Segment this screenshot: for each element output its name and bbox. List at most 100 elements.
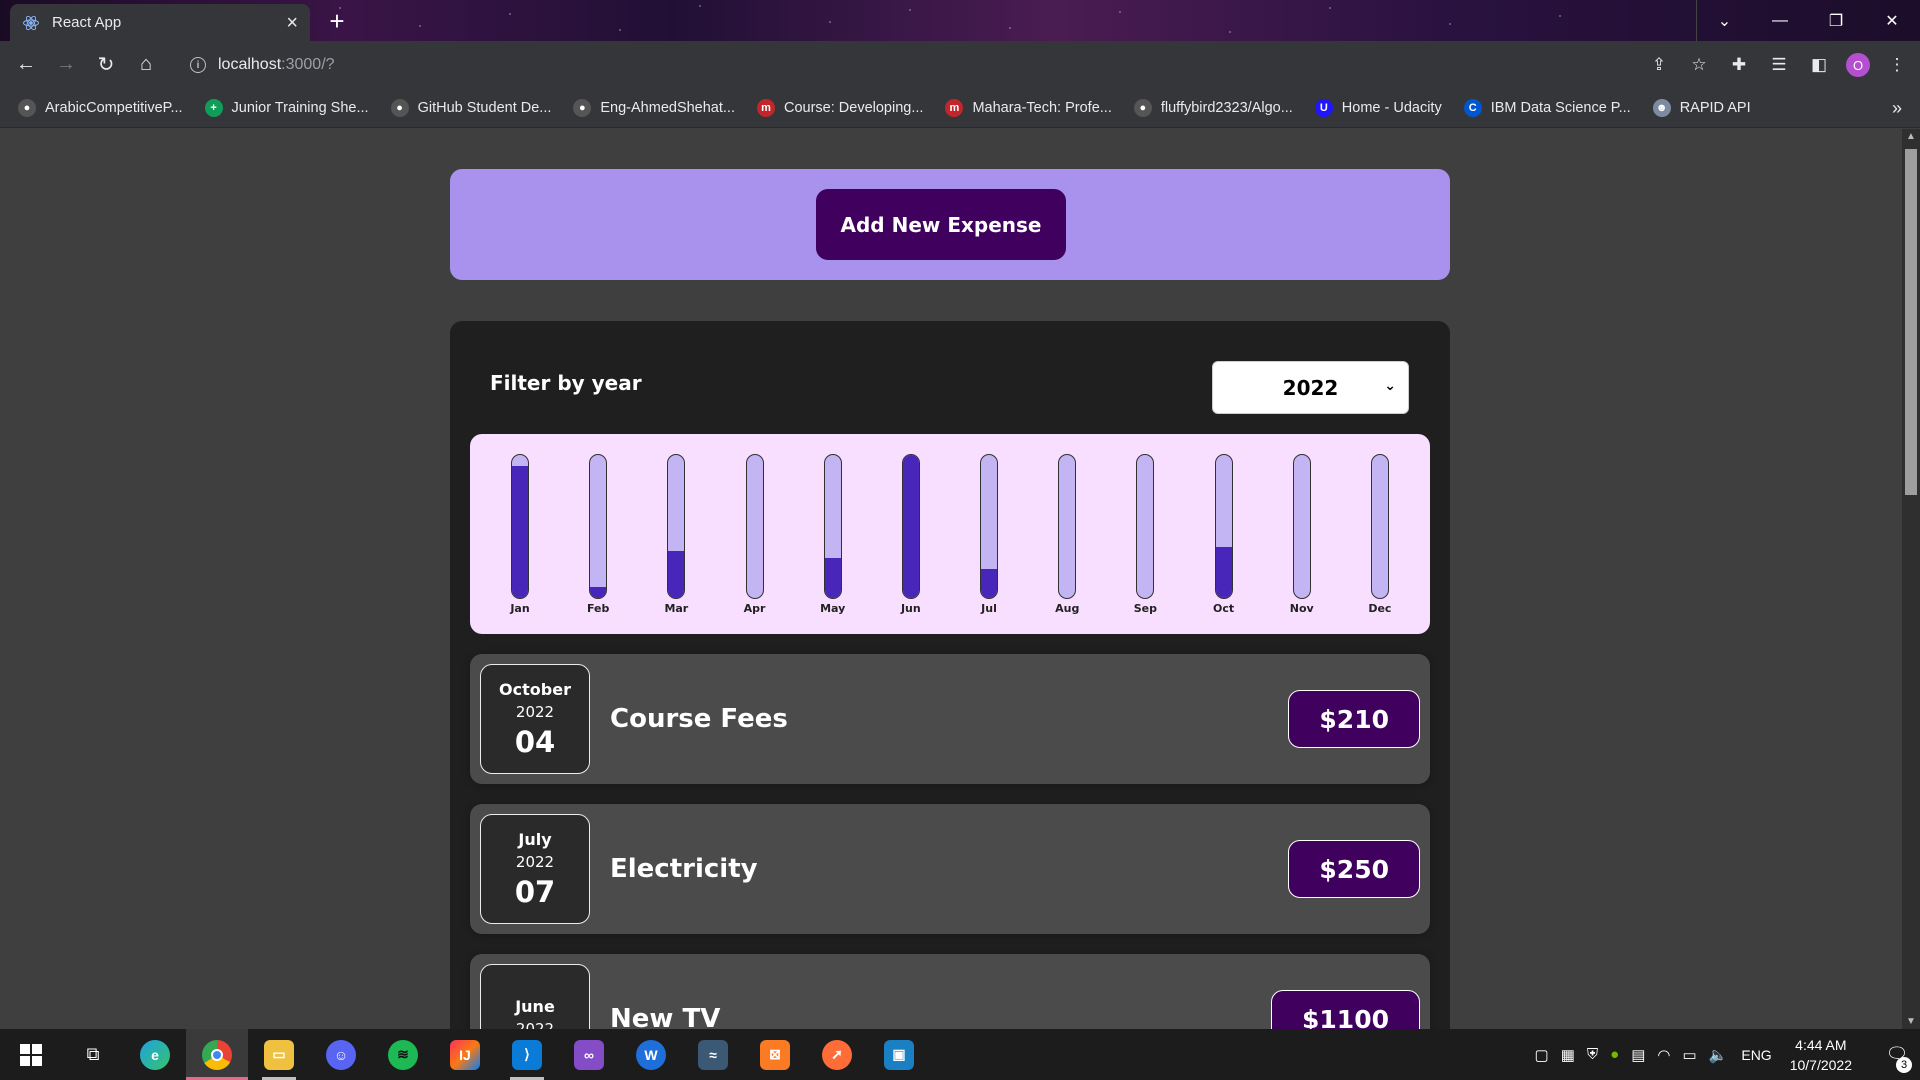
site-info-icon[interactable]: i — [190, 57, 206, 73]
bookmark-label: fluffybird2323/Algo... — [1160, 99, 1293, 116]
rapidapi-icon: ☻ — [1652, 98, 1671, 117]
forward-icon[interactable]: → — [46, 45, 86, 85]
minimize-button[interactable]: — — [1752, 0, 1808, 41]
chart-bar-label: Dec — [1368, 602, 1392, 615]
back-icon[interactable]: ← — [6, 45, 46, 85]
address-bar[interactable]: i localhost:3000/? — [178, 47, 1668, 83]
expense-year: 2022 — [515, 852, 555, 871]
new-tab-button[interactable]: + — [322, 8, 352, 36]
bookmark-label: RAPID API — [1679, 99, 1751, 116]
close-tab-icon[interactable]: × — [286, 13, 298, 33]
chart-bar-label: Aug — [1055, 602, 1080, 615]
virtualbox-icon[interactable]: ▣ — [868, 1029, 930, 1080]
bookmark-item[interactable]: ● ArabicCompetitiveP... — [18, 98, 183, 117]
bookmark-item[interactable]: ☻ RAPID API — [1652, 98, 1751, 117]
wordpad-icon[interactable]: W — [620, 1029, 682, 1080]
home-icon[interactable]: ⌂ — [126, 45, 166, 85]
filter-label: Filter by year — [490, 371, 642, 395]
scroll-down-arrow-icon[interactable]: ▼ — [1906, 1016, 1916, 1027]
visual-studio-icon[interactable]: ∞ — [558, 1029, 620, 1080]
vscode-icon[interactable]: ⟩ — [496, 1029, 558, 1080]
new-expense-panel: Add New Expense — [450, 169, 1450, 280]
discord-icon[interactable]: ☺ — [310, 1029, 372, 1080]
side-panel-icon[interactable]: ◧ — [1806, 52, 1832, 78]
restore-button[interactable]: ❐ — [1808, 0, 1864, 41]
media-queue-icon[interactable]: ☰ — [1766, 52, 1792, 78]
page-scrollbar[interactable]: ▲ ▼ — [1902, 129, 1920, 1029]
bookmark-item[interactable]: ● fluffybird2323/Algo... — [1133, 98, 1293, 117]
xampp-icon[interactable]: ⊠ — [744, 1029, 806, 1080]
chart-bar-track — [823, 454, 842, 599]
wifi-icon[interactable]: ◠ — [1657, 1046, 1670, 1064]
taskbar-clock[interactable]: 4:44 AM 10/7/2022 — [1790, 1035, 1852, 1075]
tab-search-chevron-icon[interactable]: ⌄ — [1696, 0, 1752, 41]
bookmark-item[interactable]: U Home - Udacity — [1314, 98, 1442, 117]
add-new-expense-button[interactable]: Add New Expense — [816, 189, 1066, 260]
language-indicator[interactable]: ENG — [1741, 1047, 1771, 1063]
chart-bar-fill — [981, 569, 998, 598]
expense-title: Electricity — [610, 854, 758, 884]
edge-icon[interactable]: e — [124, 1029, 186, 1080]
url-host: localhost — [218, 56, 282, 73]
menu-kebab-icon[interactable]: ⋮ — [1884, 52, 1910, 78]
scrollbar-thumb[interactable] — [1905, 149, 1917, 495]
clock-date: 10/7/2022 — [1789, 1056, 1852, 1073]
task-view-icon[interactable]: ⧉ — [62, 1029, 124, 1080]
mahara-icon: m — [757, 98, 775, 117]
bookmark-item[interactable]: m Mahara-Tech: Profe... — [945, 98, 1112, 117]
notifications-icon[interactable]: 🗨 3 — [1874, 1044, 1920, 1073]
chart-bar-jan: Jan — [494, 434, 546, 634]
chart-bar-mar: Mar — [650, 434, 702, 634]
expense-price: $1100 — [1271, 990, 1420, 1029]
browser-title-bar: React App × + ⌄ — ❐ ✕ — [0, 0, 1920, 41]
bookmark-label: Home - Udacity — [1341, 99, 1442, 116]
battery-icon[interactable]: ▭ — [1682, 1046, 1696, 1064]
bookmark-item[interactable]: ● GitHub Student De... — [390, 98, 552, 117]
browser-tab-react-app[interactable]: React App × — [10, 4, 310, 41]
tray-monitor-icon[interactable]: ▢ — [1535, 1046, 1549, 1064]
expenses-chart: Jan Feb Mar Apr May Jun Jul Aug Sep Oct Nov Dec — [470, 434, 1430, 634]
expense-date: October 2022 04 — [480, 664, 590, 774]
start-windows-icon[interactable] — [0, 1029, 62, 1080]
chart-bar-fill — [512, 466, 528, 598]
file-explorer-icon[interactable]: ▭ — [248, 1029, 310, 1080]
chart-bar-track — [667, 454, 686, 599]
chart-bar-label: Jul — [981, 602, 997, 615]
bookmark-label: IBM Data Science P... — [1490, 99, 1631, 116]
bookmark-item[interactable]: + Junior Training She... — [204, 98, 369, 117]
chrome-icon[interactable] — [186, 1029, 248, 1080]
tray-app-icon[interactable]: ▦ — [1561, 1046, 1575, 1064]
chart-bar-fill — [1215, 546, 1232, 598]
tray-security-icon[interactable]: ⛨ — [1587, 1046, 1598, 1064]
bookmark-item[interactable]: ● Eng-AhmedShehat... — [573, 98, 735, 117]
mahara-icon: m — [945, 98, 964, 117]
spotify-icon[interactable]: ≋ — [372, 1029, 434, 1080]
close-window-button[interactable]: ✕ — [1864, 0, 1920, 41]
bookmark-label: GitHub Student De... — [417, 99, 552, 116]
profile-avatar[interactable]: O — [1846, 53, 1870, 77]
chart-bar-may: May — [807, 434, 859, 634]
chart-bar-fill — [902, 455, 919, 598]
expense-month: July — [518, 829, 552, 849]
intellij-icon[interactable]: IJ — [434, 1029, 496, 1080]
chart-bar-apr: Apr — [729, 434, 781, 634]
year-filter-select[interactable]: 2022 ⌄ — [1212, 361, 1409, 414]
chart-bar-track — [901, 454, 920, 599]
volume-icon[interactable]: 🔈 — [1709, 1046, 1728, 1064]
bookmark-item[interactable]: m Course: Developing... — [757, 98, 923, 117]
chart-bar-track — [1292, 454, 1311, 599]
extensions-puzzle-icon[interactable]: ✚ — [1726, 52, 1752, 78]
bookmark-item[interactable]: C IBM Data Science P... — [1463, 98, 1631, 117]
expense-item: July 2022 07 Electricity $250 — [470, 804, 1430, 934]
network-tool-icon[interactable]: ≈ — [682, 1029, 744, 1080]
postman-icon[interactable]: ➚ — [806, 1029, 868, 1080]
bookmark-star-icon[interactable]: ☆ — [1686, 52, 1712, 78]
tray-storage-icon[interactable]: ▤ — [1631, 1046, 1645, 1064]
bookmarks-overflow-icon[interactable]: » — [1892, 98, 1902, 119]
reload-icon[interactable]: ↻ — [86, 45, 126, 85]
tray-nvidia-icon[interactable]: ● — [1610, 1046, 1619, 1064]
chart-bar-jul: Jul — [963, 434, 1015, 634]
share-icon[interactable]: ⇪ — [1646, 52, 1672, 78]
clock-time: 4:44 AM — [1795, 1036, 1847, 1053]
scroll-up-arrow-icon[interactable]: ▲ — [1906, 131, 1916, 142]
